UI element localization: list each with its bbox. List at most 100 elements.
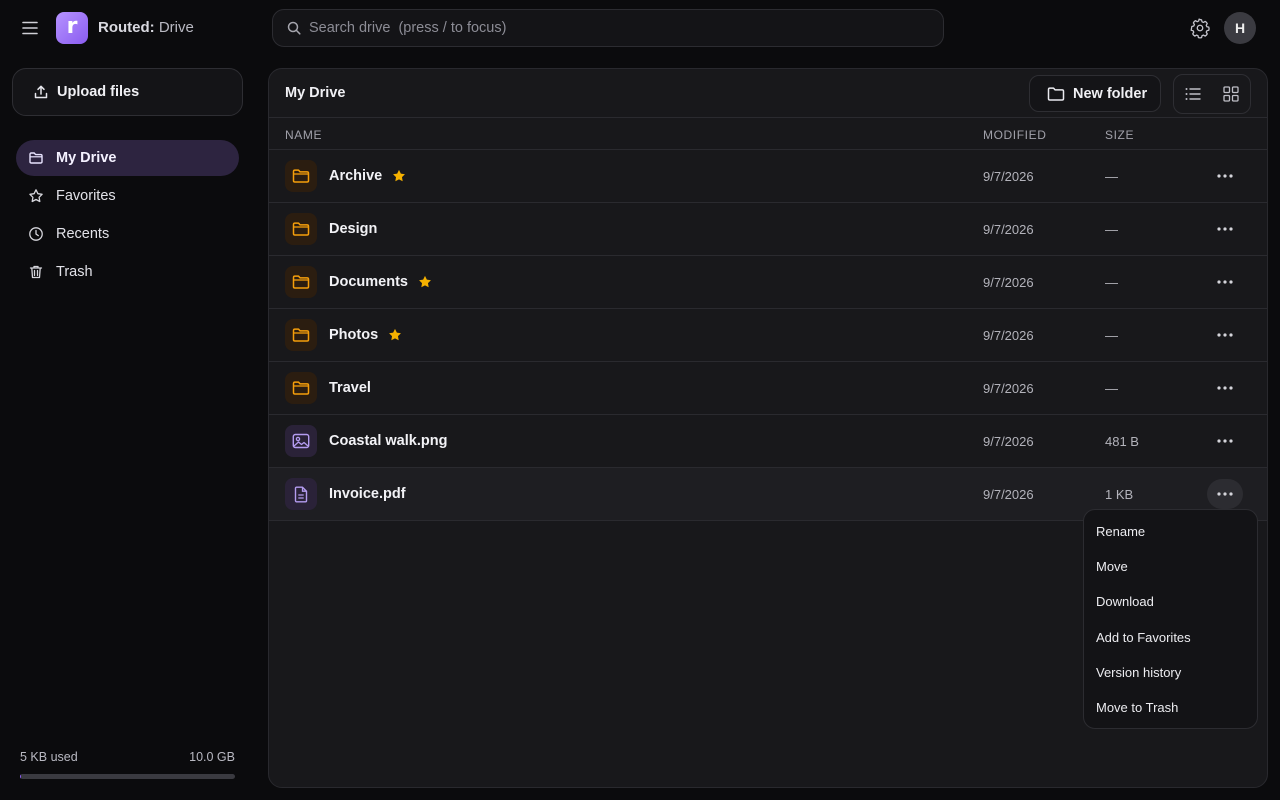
file-size: — [1105, 222, 1118, 237]
more-options-icon[interactable] [1207, 426, 1243, 456]
folder-icon [285, 266, 317, 298]
upload-files-label: Upload files [57, 84, 140, 100]
context-menu: Rename Move Download Add to Favorites Versio… [1083, 509, 1258, 729]
user-avatar[interactable]: H [1224, 12, 1256, 44]
context-menu-item-add-to-favorites[interactable]: Add to Favorites [1084, 620, 1257, 655]
search-icon [287, 21, 301, 35]
folder-icon [28, 150, 44, 166]
file-size: — [1105, 169, 1118, 184]
file-list: Archive 9/7/2026— Design 9/7/2026— Documents… [269, 150, 1267, 521]
search-bar[interactable] [272, 9, 944, 47]
folder-icon [1047, 86, 1065, 102]
file-modified: 9/7/2026 [983, 169, 1034, 184]
folder-icon [285, 319, 317, 351]
search-input[interactable] [309, 20, 943, 36]
context-menu-item-move[interactable]: Move [1084, 549, 1257, 584]
new-folder-label: New folder [1073, 85, 1148, 102]
starred-icon [388, 328, 402, 342]
file-name-text: Coastal walk.png [329, 433, 448, 449]
file-size: — [1105, 275, 1118, 290]
table-header: NAME MODIFIED SIZE [269, 117, 1267, 150]
file-name-text: Archive [329, 168, 383, 184]
context-menu-item-version-history[interactable]: Version history [1084, 655, 1257, 690]
app-title-bold: Routed: [98, 19, 155, 36]
list-view-icon[interactable] [1174, 75, 1212, 113]
table-row[interactable]: Archive 9/7/2026 — [269, 150, 1267, 203]
folder-icon [285, 372, 317, 404]
more-options-icon[interactable] [1207, 214, 1243, 244]
star-icon [28, 188, 44, 204]
table-row[interactable]: Travel 9/7/2026 — [269, 362, 1267, 415]
file-size: 481 B [1105, 434, 1139, 449]
view-toggle [1173, 74, 1251, 114]
top-bar: r Routed: Drive H [0, 0, 1280, 56]
sidebar-item-label: My Drive [56, 150, 117, 166]
storage-usage: 5 KB used 10.0 GB [20, 750, 235, 779]
context-menu-item-rename[interactable]: Rename [1084, 514, 1257, 549]
sidebar-item-label: Recents [56, 226, 110, 242]
sidebar-nav: My Drive Favorites Recents Trash [16, 140, 239, 292]
panel-header: My Drive New folder [269, 69, 1267, 117]
column-header-modified[interactable]: MODIFIED [983, 128, 1046, 142]
context-menu-item-download[interactable]: Download [1084, 584, 1257, 619]
file-name-text: Photos [329, 327, 379, 343]
table-row[interactable]: Photos 9/7/2026 — [269, 309, 1267, 362]
app-title-rest: Drive [154, 19, 194, 36]
file-modified: 9/7/2026 [983, 434, 1034, 449]
more-options-icon[interactable] [1207, 479, 1243, 509]
table-row[interactable]: Documents 9/7/2026 — [269, 256, 1267, 309]
storage-total: 10.0 GB [189, 750, 235, 764]
file-name[interactable]: Travel [329, 380, 371, 396]
file-size: 1 KB [1105, 487, 1134, 502]
image-file-icon [285, 425, 317, 457]
upload-files-button[interactable]: Upload files [12, 68, 243, 116]
file-name[interactable]: Coastal walk.png [329, 433, 447, 449]
document-file-icon [285, 478, 317, 510]
file-size: — [1105, 381, 1118, 396]
storage-progress-bar [20, 774, 235, 779]
file-modified: 9/7/2026 [983, 381, 1034, 396]
file-name[interactable]: Photos [329, 327, 402, 343]
app-logo[interactable]: r [56, 12, 88, 44]
file-name[interactable]: Design [329, 221, 377, 237]
starred-icon [392, 169, 406, 183]
file-name-text: Documents [329, 274, 408, 290]
gear-icon[interactable] [1189, 17, 1211, 39]
sidebar-item-favorites[interactable]: Favorites [16, 178, 239, 214]
sidebar-item-label: Favorites [56, 188, 116, 204]
file-name[interactable]: Archive [329, 168, 406, 184]
storage-used: 5 KB used [20, 750, 78, 764]
context-menu-item-move-to-trash[interactable]: Move to Trash [1084, 690, 1257, 725]
more-options-icon[interactable] [1207, 161, 1243, 191]
table-row[interactable]: Coastal walk.png 9/7/2026 481 B [269, 415, 1267, 468]
starred-icon [418, 275, 432, 289]
file-name[interactable]: Invoice.pdf [329, 486, 406, 502]
more-options-icon[interactable] [1207, 320, 1243, 350]
sidebar-item-trash[interactable]: Trash [16, 254, 239, 290]
grid-view-icon[interactable] [1212, 75, 1250, 113]
folder-icon [285, 213, 317, 245]
file-modified: 9/7/2026 [983, 222, 1034, 237]
sidebar-item-recents[interactable]: Recents [16, 216, 239, 252]
file-name-text: Invoice.pdf [329, 486, 406, 502]
sidebar-item-my-drive[interactable]: My Drive [16, 140, 239, 176]
table-row[interactable]: Design 9/7/2026 — [269, 203, 1267, 256]
more-options-icon[interactable] [1207, 267, 1243, 297]
app-title: Routed: Drive [98, 19, 194, 36]
column-header-name[interactable]: NAME [285, 128, 322, 142]
trash-icon [28, 264, 44, 280]
upload-icon [34, 85, 48, 99]
file-modified: 9/7/2026 [983, 487, 1034, 502]
more-options-icon[interactable] [1207, 373, 1243, 403]
file-size: — [1105, 328, 1118, 343]
column-header-size[interactable]: SIZE [1105, 128, 1134, 142]
file-name-text: Design [329, 221, 378, 237]
page-title: My Drive [285, 85, 346, 101]
logo-letter: r [66, 14, 78, 39]
clock-icon [28, 226, 44, 242]
folder-icon [285, 160, 317, 192]
hamburger-menu-icon[interactable] [18, 16, 42, 40]
file-name[interactable]: Documents [329, 274, 432, 290]
new-folder-button[interactable]: New folder [1029, 75, 1161, 112]
file-modified: 9/7/2026 [983, 328, 1034, 343]
